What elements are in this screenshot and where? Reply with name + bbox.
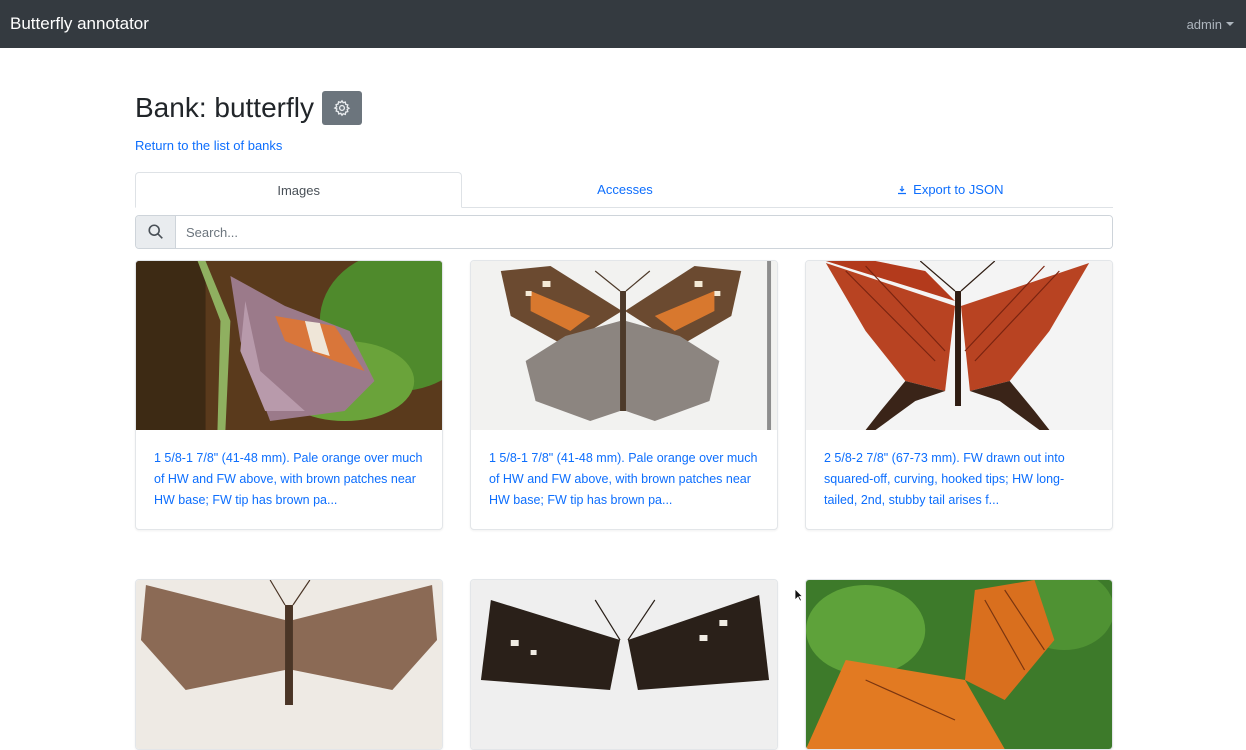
tab-label: Export to JSON xyxy=(913,182,1004,197)
user-name: admin xyxy=(1186,16,1222,32)
tab-accesses[interactable]: Accesses xyxy=(462,172,787,207)
user-menu-dropdown[interactable]: admin xyxy=(1187,17,1234,32)
tab-images[interactable]: Images xyxy=(135,172,463,208)
image-card[interactable]: 1 5/8-1 7/8" (41-48 mm). Pale orange ove… xyxy=(135,260,443,530)
tab-label: Accesses xyxy=(597,182,653,197)
search-icon xyxy=(147,224,163,239)
card-body: 2 5/8-2 7/8" (67-73 mm). FW drawn out in… xyxy=(806,430,1112,529)
app-brand[interactable]: Butterfly annotator xyxy=(10,14,149,34)
butterfly-image[interactable] xyxy=(471,580,777,749)
main-container: Bank: butterfly Return to the list of ba… xyxy=(135,48,1113,750)
card-description[interactable]: 1 5/8-1 7/8" (41-48 mm). Pale orange ove… xyxy=(154,448,424,511)
download-icon xyxy=(898,185,907,194)
caret-down-icon xyxy=(1226,22,1234,26)
image-card[interactable]: 2 5/8-2 7/8" (67-73 mm). FW drawn out in… xyxy=(805,260,1113,530)
card-description[interactable]: 2 5/8-2 7/8" (67-73 mm). FW drawn out in… xyxy=(824,448,1094,511)
title-row: Bank: butterfly xyxy=(135,91,1113,125)
gear-icon xyxy=(333,99,351,117)
card-description[interactable]: 1 5/8-1 7/8" (41-48 mm). Pale orange ove… xyxy=(489,448,759,511)
tab-label: Images xyxy=(277,182,320,198)
image-card[interactable] xyxy=(135,579,443,750)
image-card[interactable]: 1 5/8-1 7/8" (41-48 mm). Pale orange ove… xyxy=(470,260,778,530)
image-card[interactable] xyxy=(470,579,778,750)
butterfly-image[interactable] xyxy=(471,261,777,430)
settings-button[interactable] xyxy=(321,91,362,125)
search-bar xyxy=(135,215,1113,249)
top-navbar: Butterfly annotator admin xyxy=(0,0,1246,48)
search-input[interactable] xyxy=(176,216,1112,248)
tab-export-json[interactable]: Export to JSON xyxy=(788,172,1113,207)
search-addon xyxy=(136,216,176,248)
card-body: 1 5/8-1 7/8" (41-48 mm). Pale orange ove… xyxy=(136,430,442,529)
bank-tabs: Images Accesses Export to JSON xyxy=(135,172,1113,208)
card-body: 1 5/8-1 7/8" (41-48 mm). Pale orange ove… xyxy=(471,430,777,529)
page-title: Bank: butterfly xyxy=(135,92,314,123)
image-card[interactable] xyxy=(805,579,1113,750)
butterfly-image[interactable] xyxy=(806,580,1112,749)
butterfly-image[interactable] xyxy=(806,261,1112,430)
mouse-cursor-icon xyxy=(794,588,803,602)
return-to-banks-link[interactable]: Return to the list of banks xyxy=(135,138,282,153)
butterfly-image[interactable] xyxy=(136,580,442,749)
butterfly-image[interactable] xyxy=(136,261,442,430)
